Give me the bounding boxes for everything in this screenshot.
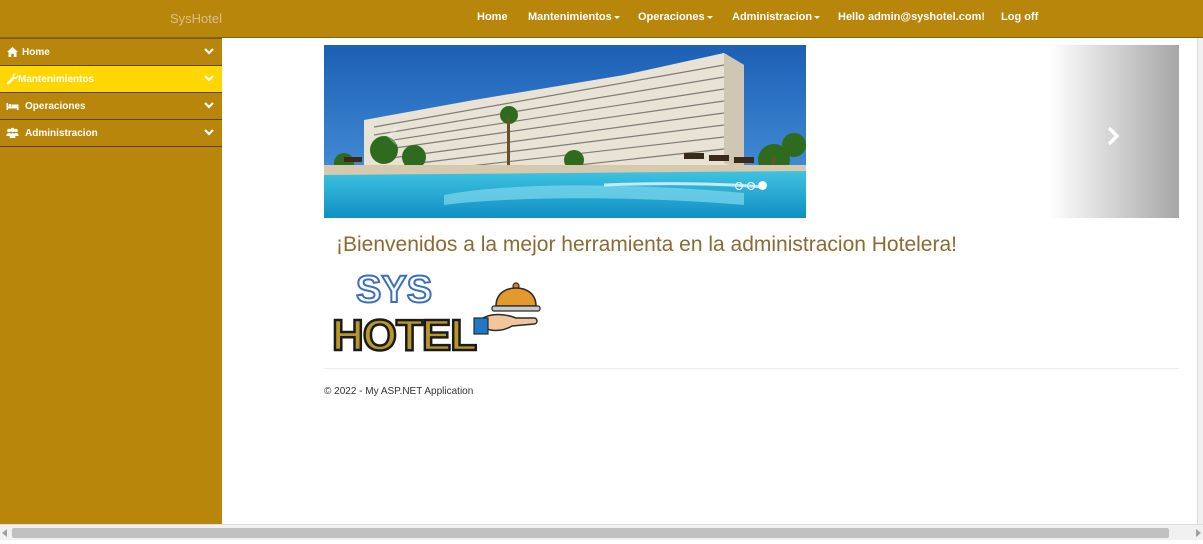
scroll-left-icon[interactable] bbox=[2, 529, 7, 537]
chevron-down-icon bbox=[204, 129, 214, 136]
service-bell-icon bbox=[473, 282, 541, 335]
bed-icon bbox=[6, 103, 19, 110]
sidebar-item-label: Administracion bbox=[25, 128, 98, 139]
sidebar-item-label: Operaciones bbox=[25, 101, 86, 112]
scrollbar-thumb[interactable] bbox=[12, 528, 1169, 538]
nav-mantenimientos-label: Mantenimientos bbox=[528, 11, 612, 23]
sidebar-item-administracion[interactable]: Administracion bbox=[0, 120, 222, 147]
nav-home-label: Home bbox=[477, 11, 508, 23]
sidebar-item-home[interactable]: Home bbox=[0, 39, 222, 66]
horizontal-scrollbar[interactable] bbox=[0, 524, 1203, 540]
top-navbar: SysHotel Home Mantenimientos Operaciones… bbox=[0, 0, 1203, 38]
logo-text-hotel: HOTEL bbox=[332, 311, 476, 354]
scroll-right-icon[interactable] bbox=[1196, 529, 1201, 537]
caret-down-icon bbox=[613, 15, 620, 19]
carousel-indicator[interactable] bbox=[747, 182, 755, 190]
carousel-indicator-active[interactable] bbox=[758, 181, 767, 190]
sidebar-item-label: Home bbox=[22, 47, 50, 58]
sidebar-item-mantenimientos[interactable]: Mantenimientos bbox=[0, 66, 222, 93]
footer-text: © 2022 - My ASP.NET Application bbox=[324, 386, 474, 397]
nav-user-greeting-label: Hello admin@syshotel.com! bbox=[838, 11, 986, 23]
logo-text-sys: SYS bbox=[356, 269, 432, 311]
chevron-left-icon[interactable] bbox=[384, 126, 402, 146]
sidebar-item-label: Mantenimientos bbox=[18, 74, 95, 85]
nav-home-link[interactable]: Home bbox=[477, 11, 508, 23]
nav-logoff-label: Log off bbox=[1001, 11, 1039, 23]
hotel-carousel bbox=[324, 45, 1179, 218]
users-icon bbox=[6, 127, 19, 138]
chevron-down-icon bbox=[204, 48, 214, 55]
nav-mantenimientos-dropdown[interactable]: Mantenimientos bbox=[528, 11, 620, 23]
sidebar-item-operaciones[interactable]: Operaciones bbox=[0, 93, 222, 120]
nav-logoff-link[interactable]: Log off bbox=[1001, 11, 1038, 23]
nav-user-greeting-link[interactable]: Hello admin@syshotel.com! bbox=[838, 11, 985, 23]
caret-down-icon bbox=[706, 15, 713, 19]
nav-operaciones-dropdown[interactable]: Operaciones bbox=[638, 11, 713, 23]
sidebar: Home Mantenimientos Operaciones Administ… bbox=[0, 38, 222, 524]
nav-administracion-dropdown[interactable]: Administracion bbox=[732, 11, 821, 23]
carousel-indicator[interactable] bbox=[735, 182, 743, 190]
chevron-down-icon bbox=[204, 75, 214, 82]
welcome-heading: ¡Bienvenidos a la mejor herramienta en l… bbox=[336, 233, 957, 256]
chevron-down-icon bbox=[204, 102, 214, 109]
nav-administracion-label: Administracion bbox=[732, 11, 813, 23]
footer-divider bbox=[324, 368, 1179, 369]
home-icon bbox=[7, 47, 18, 57]
brand-link[interactable]: SysHotel bbox=[170, 11, 222, 26]
vertical-scrollbar[interactable] bbox=[1197, 38, 1203, 524]
syshotel-logo: SYS HOTEL bbox=[331, 268, 541, 354]
caret-down-icon bbox=[814, 15, 821, 19]
chevron-right-icon[interactable] bbox=[1104, 126, 1122, 146]
nav-operaciones-label: Operaciones bbox=[638, 11, 705, 23]
